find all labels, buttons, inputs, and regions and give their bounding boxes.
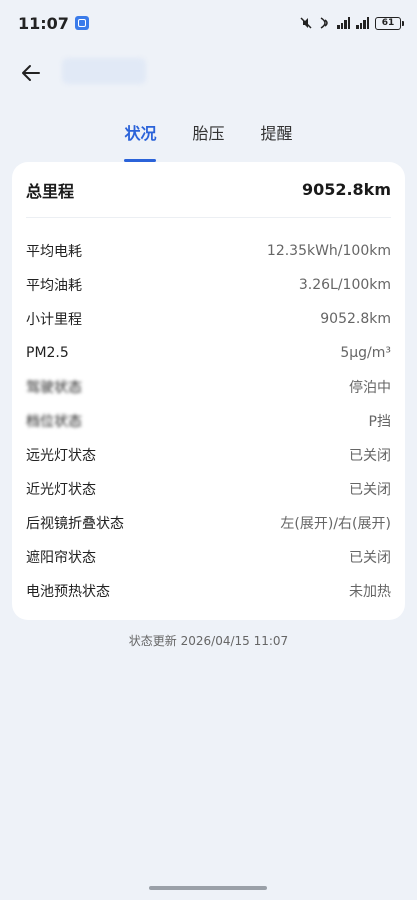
list-item: 遮阳帘状态 已关闭 [26, 540, 391, 574]
list-item: 近光灯状态 已关闭 [26, 472, 391, 506]
row-value: 已关闭 [349, 448, 391, 464]
row-value: 未加热 [349, 584, 391, 600]
row-value: 9052.8km [320, 311, 391, 327]
row-label: 平均油耗 [26, 278, 82, 294]
list-item: PM2.5 5μg/m³ [26, 336, 391, 370]
tab-tire-pressure[interactable]: 胎压 [192, 116, 224, 156]
row-value: 停泊中 [349, 380, 391, 396]
tab-status[interactable]: 状况 [124, 116, 157, 162]
tab-reminder[interactable]: 提醒 [261, 116, 293, 156]
status-left: 11:07 [18, 14, 89, 33]
battery-icon: 61 [375, 16, 404, 30]
row-value: P挡 [368, 414, 391, 430]
back-arrow-icon [22, 65, 40, 81]
app-notification-icon [74, 16, 89, 30]
nfc-icon [320, 17, 328, 29]
row-label: 平均电耗 [26, 244, 82, 260]
row-label: 遮阳帘状态 [26, 550, 96, 566]
update-timestamp: 状态更新 2026/04/15 11:07 [128, 634, 289, 648]
total-mileage-value: 9052.8km [301, 180, 391, 199]
row-label: 后视镜折叠状态 [26, 516, 124, 532]
status-time: 11:07 [18, 13, 69, 33]
status-right: 61 [299, 16, 404, 30]
list-item: 远光灯状态 已关闭 [26, 438, 391, 472]
row-label: 近光灯状态 [26, 482, 96, 498]
row-value: 3.26L/100km [298, 277, 391, 293]
row-value: 已关闭 [349, 550, 391, 566]
row-value: 5μg/m³ [340, 345, 391, 361]
row-label: 电池预热状态 [26, 584, 110, 600]
row-value: 已关闭 [349, 482, 391, 498]
status-card: 总里程 9052.8km 平均电耗 12.35kWh/100km 平均油耗 3.… [12, 162, 405, 620]
mute-icon [300, 17, 312, 29]
list-item: 驾驶状态 停泊中 [26, 370, 391, 404]
status-list: 平均电耗 12.35kWh/100km 平均油耗 3.26L/100km 小计里… [26, 218, 391, 608]
row-value: 12.35kWh/100km [266, 243, 391, 259]
row-label: 小计里程 [26, 312, 82, 328]
back-button[interactable] [14, 56, 48, 90]
row-label: 档位状态 [26, 414, 82, 430]
signal-icon [337, 17, 350, 29]
signal-icon-2 [356, 17, 369, 29]
tab-bar: 状况 胎压 提醒 [0, 116, 417, 162]
vehicle-name-redacted [62, 58, 146, 84]
list-item: 后视镜折叠状态 左(展开)/右(展开) [26, 506, 391, 540]
list-item: 平均油耗 3.26L/100km [26, 268, 391, 302]
row-label: 驾驶状态 [26, 380, 82, 396]
row-value: 左(展开)/右(展开) [280, 516, 391, 532]
list-item: 平均电耗 12.35kWh/100km [26, 234, 391, 268]
list-item: 电池预热状态 未加热 [26, 574, 391, 608]
total-mileage-label: 总里程 [26, 181, 75, 201]
list-item: 小计里程 9052.8km [26, 302, 391, 336]
header [0, 50, 417, 94]
total-mileage-row: 总里程 9052.8km [26, 162, 391, 218]
list-item: 档位状态 P挡 [26, 404, 391, 438]
row-label: 远光灯状态 [26, 448, 96, 464]
row-label: PM2.5 [26, 345, 69, 361]
home-indicator[interactable] [149, 886, 267, 890]
status-bar: 11:07 61 [0, 0, 417, 46]
